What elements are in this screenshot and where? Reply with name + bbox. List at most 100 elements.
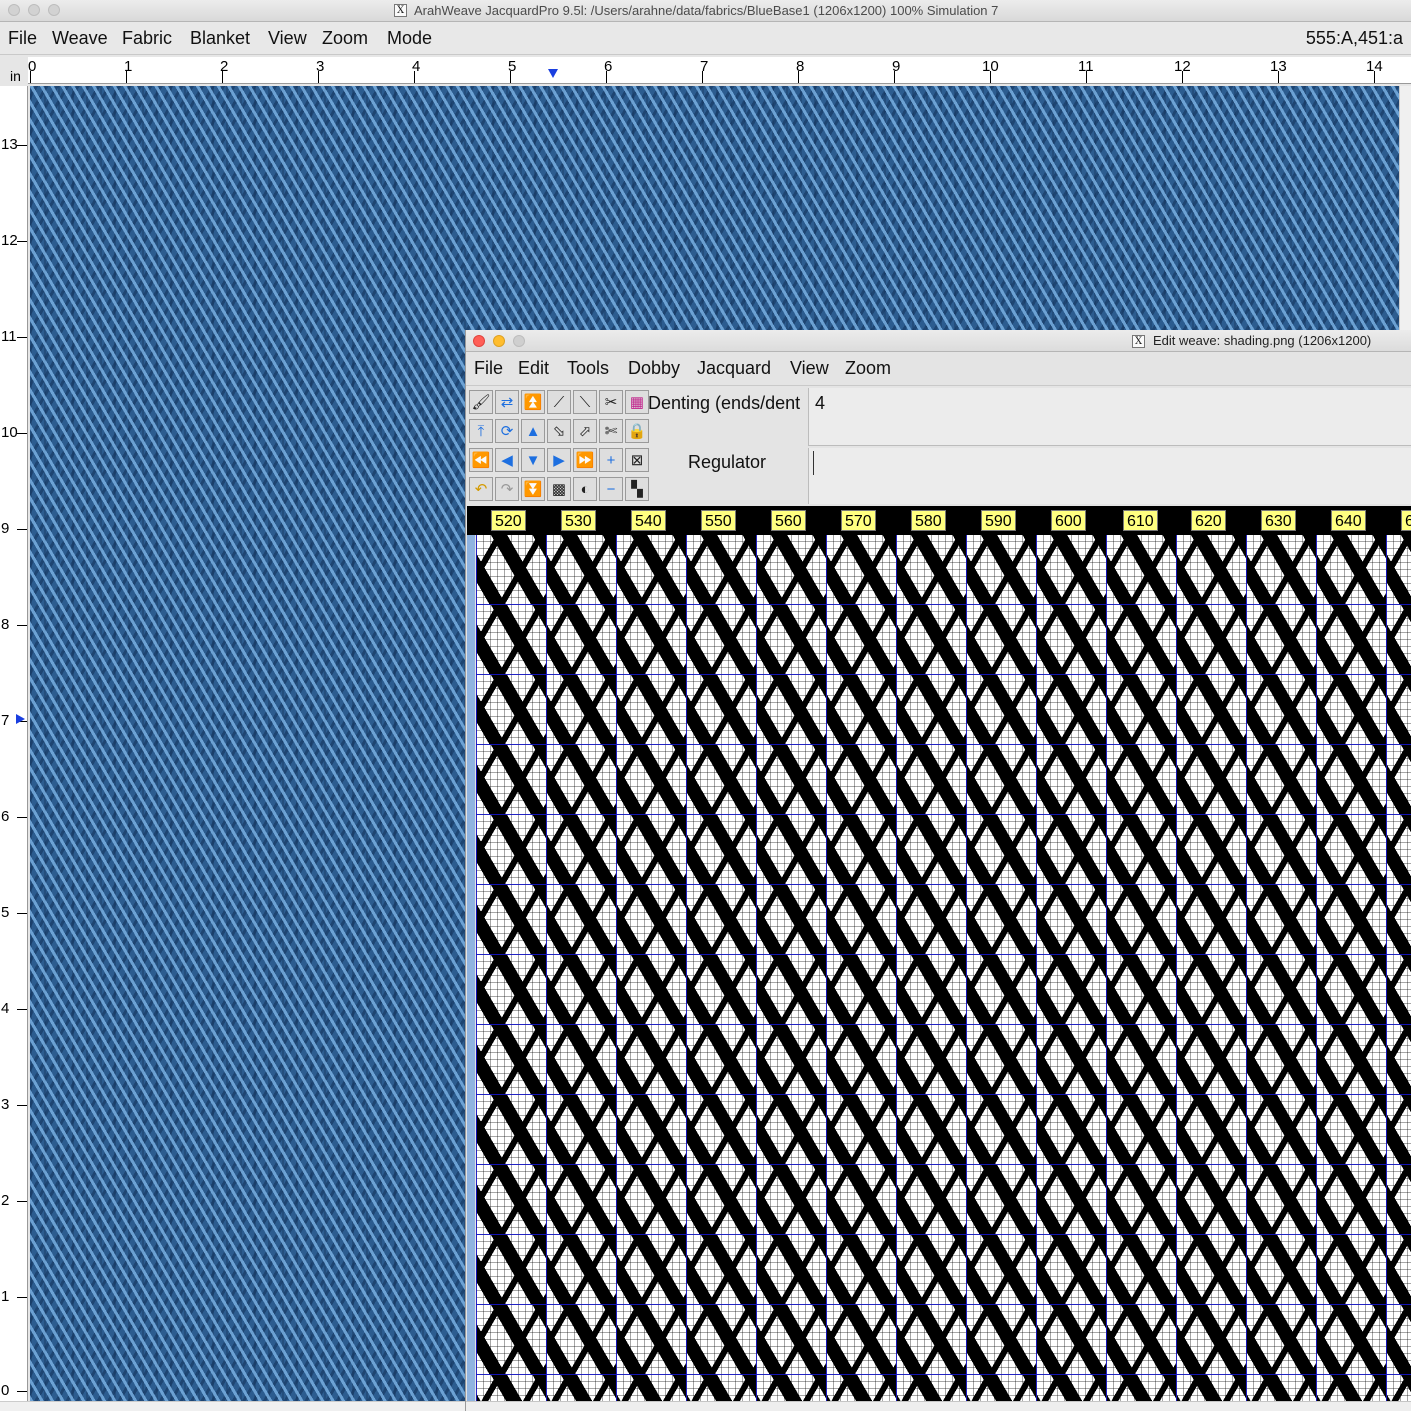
v-ruler-tick <box>17 1391 27 1392</box>
v-ruler-tick <box>17 913 27 914</box>
edit-horizontal-scrollbar[interactable] <box>466 1401 1411 1411</box>
edit-menu-tools[interactable]: Tools <box>567 358 609 379</box>
clear-icon[interactable]: ⊠ <box>625 448 649 472</box>
left-icon[interactable]: ◀ <box>495 448 519 472</box>
pattern-icon[interactable]: ▩ <box>547 477 571 501</box>
h-ruler-tick <box>990 71 991 83</box>
invert-icon[interactable]: ◐ <box>573 477 597 501</box>
cursor-coordinates: 555:A,451:a <box>1305 28 1403 48</box>
lock-icon[interactable]: 🔒 <box>625 419 649 443</box>
text-caret <box>813 451 814 475</box>
v-ruler-tick <box>17 817 27 818</box>
edit-menu-jacquard[interactable]: Jacquard <box>697 358 771 379</box>
column-number: 630 <box>1261 510 1296 531</box>
forward-icon[interactable]: ⏩ <box>573 448 597 472</box>
checker-icon[interactable]: ▚ <box>625 477 649 501</box>
v-ruler-label: 7 <box>1 712 10 729</box>
h-ruler-tick <box>510 71 511 83</box>
edit-minimize-button[interactable] <box>493 335 505 347</box>
close-window-button[interactable] <box>8 4 20 16</box>
denting-label: Denting (ends/dent <box>648 393 801 413</box>
weave-left-strip <box>467 535 475 1401</box>
minus-icon[interactable]: − <box>599 477 623 501</box>
menu-zoom[interactable]: Zoom <box>322 28 368 49</box>
h-ruler-tick <box>126 71 127 83</box>
brush-icon[interactable]: 🖌 <box>469 390 493 414</box>
weave-editor-grid[interactable] <box>476 535 1411 1401</box>
insert-icon[interactable]: ⤒ <box>469 419 493 443</box>
column-number: 520 <box>491 510 526 531</box>
main-titlebar: X ArahWeave JacquardPro 9.5l: /Users/ara… <box>0 0 1411 22</box>
move-up-icon[interactable]: ▲ <box>521 419 545 443</box>
edit-menu-zoom[interactable]: Zoom <box>845 358 891 379</box>
column-number: 610 <box>1123 510 1158 531</box>
edit-menu-file[interactable]: File <box>474 358 503 379</box>
v-ruler-tick <box>17 145 27 146</box>
undo-icon[interactable]: ↶ <box>469 477 493 501</box>
stair-down-icon[interactable]: ⬂ <box>547 419 571 443</box>
vertical-cursor-marker-icon <box>16 714 25 724</box>
edit-window-title: Edit weave: shading.png (1206x1200) <box>1153 333 1372 348</box>
edit-menu-dobby[interactable]: Dobby <box>628 358 680 379</box>
h-ruler-tick <box>798 71 799 83</box>
column-number: 550 <box>701 510 736 531</box>
v-ruler-tick <box>17 241 27 242</box>
v-ruler-label: 3 <box>1 1096 10 1113</box>
v-ruler-label: 9 <box>1 520 10 537</box>
edit-weave-titlebar: X Edit weave: shading.png (1206x1200) <box>466 330 1411 352</box>
v-ruler-tick <box>17 1105 27 1106</box>
edit-menu-view[interactable]: View <box>790 358 829 379</box>
shift-up-icon[interactable]: ⏫ <box>521 390 545 414</box>
h-ruler-tick <box>318 71 319 83</box>
twill-left-icon[interactable]: ⟍ <box>573 390 597 414</box>
menu-view[interactable]: View <box>268 28 307 49</box>
menu-fabric[interactable]: Fabric <box>122 28 172 49</box>
column-number: 620 <box>1191 510 1226 531</box>
v-ruler-label: 5 <box>1 904 10 921</box>
weave-toolbar: 🖌 ⇄ ⏫ ⟋ ⟍ ✂ ▦ ⤒ ⟳ ▲ ⬂ ⬀ ✄ 🔒 ⏪ ◀ ▼ ▶ ⏩ + … <box>468 388 654 506</box>
v-ruler-label: 2 <box>1 1192 10 1209</box>
h-ruler-tick <box>1278 71 1279 83</box>
menu-weave[interactable]: Weave <box>52 28 108 49</box>
zoom-window-button[interactable] <box>48 4 60 16</box>
rotate-icon[interactable]: ⟳ <box>495 419 519 443</box>
horizontal-cursor-marker-icon <box>548 69 558 78</box>
menu-mode[interactable]: Mode <box>387 28 432 49</box>
v-ruler-label: 12 <box>1 232 18 249</box>
ruler-unit-label: in <box>10 68 21 84</box>
minimize-window-button[interactable] <box>28 4 40 16</box>
h-ruler-tick <box>414 71 415 83</box>
edit-menu-edit[interactable]: Edit <box>518 358 549 379</box>
scissors-icon[interactable]: ✂ <box>599 390 623 414</box>
v-ruler-label: 6 <box>1 808 10 825</box>
menu-blanket[interactable]: Blanket <box>190 28 250 49</box>
grid-color-icon[interactable]: ▦ <box>625 390 649 414</box>
column-number: 580 <box>911 510 946 531</box>
menu-file[interactable]: File <box>8 28 37 49</box>
down-icon[interactable]: ▼ <box>521 448 545 472</box>
edit-close-button[interactable] <box>473 335 485 347</box>
swap-icon[interactable]: ⇄ <box>495 390 519 414</box>
stair-up-icon[interactable]: ⬀ <box>573 419 597 443</box>
redo-icon[interactable]: ↷ <box>495 477 519 501</box>
column-number: 6 <box>1401 510 1411 531</box>
edit-zoom-button[interactable] <box>513 335 525 347</box>
v-ruler-tick <box>17 1009 27 1010</box>
v-ruler-label: 13 <box>1 136 18 153</box>
h-ruler-tick <box>1374 71 1375 83</box>
horizontal-ruler[interactable]: 0 1 2 3 4 5 6 7 8 9 10 11 12 13 14 <box>28 57 1411 84</box>
regulator-input[interactable] <box>808 448 1411 504</box>
v-ruler-label: 0 <box>1 1382 10 1399</box>
plus-icon[interactable]: + <box>599 448 623 472</box>
cut-icon[interactable]: ✄ <box>599 419 623 443</box>
x11-icon: X <box>394 4 407 17</box>
twill-right-icon[interactable]: ⟋ <box>547 390 571 414</box>
double-down-icon[interactable]: ⏬ <box>521 477 545 501</box>
v-ruler-label: 1 <box>1 1288 10 1305</box>
denting-input[interactable]: 4 <box>808 388 1411 446</box>
v-ruler-label: 8 <box>1 616 10 633</box>
right-icon[interactable]: ▶ <box>547 448 571 472</box>
v-ruler-tick <box>17 1201 27 1202</box>
vertical-ruler[interactable]: 13 12 11 10 9 8 7 6 5 4 3 2 1 0 <box>0 86 28 1401</box>
rewind-icon[interactable]: ⏪ <box>469 448 493 472</box>
